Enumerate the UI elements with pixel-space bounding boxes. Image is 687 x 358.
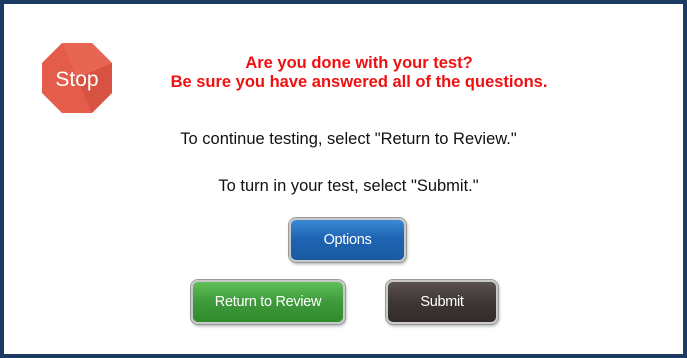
instruction-submit: To turn in your test, select "Submit." bbox=[218, 177, 479, 195]
stop-sign-icon: Stop bbox=[41, 42, 113, 114]
warning-heading: Are you done with your test? Be sure you… bbox=[124, 54, 594, 92]
return-to-review-button[interactable]: Return to Review bbox=[191, 280, 345, 324]
instruction-return-to-review: To continue testing, select "Return to R… bbox=[180, 130, 517, 148]
stop-icon-label: Stop bbox=[55, 68, 98, 91]
submit-button[interactable]: Submit bbox=[386, 280, 498, 324]
heading-reminder: Be sure you have answered all of the que… bbox=[170, 73, 548, 91]
options-button[interactable]: Options bbox=[289, 218, 406, 262]
heading-question: Are you done with your test? bbox=[245, 54, 473, 72]
submit-confirmation-dialog: Stop Are you done with your test? Be sur… bbox=[4, 4, 683, 354]
